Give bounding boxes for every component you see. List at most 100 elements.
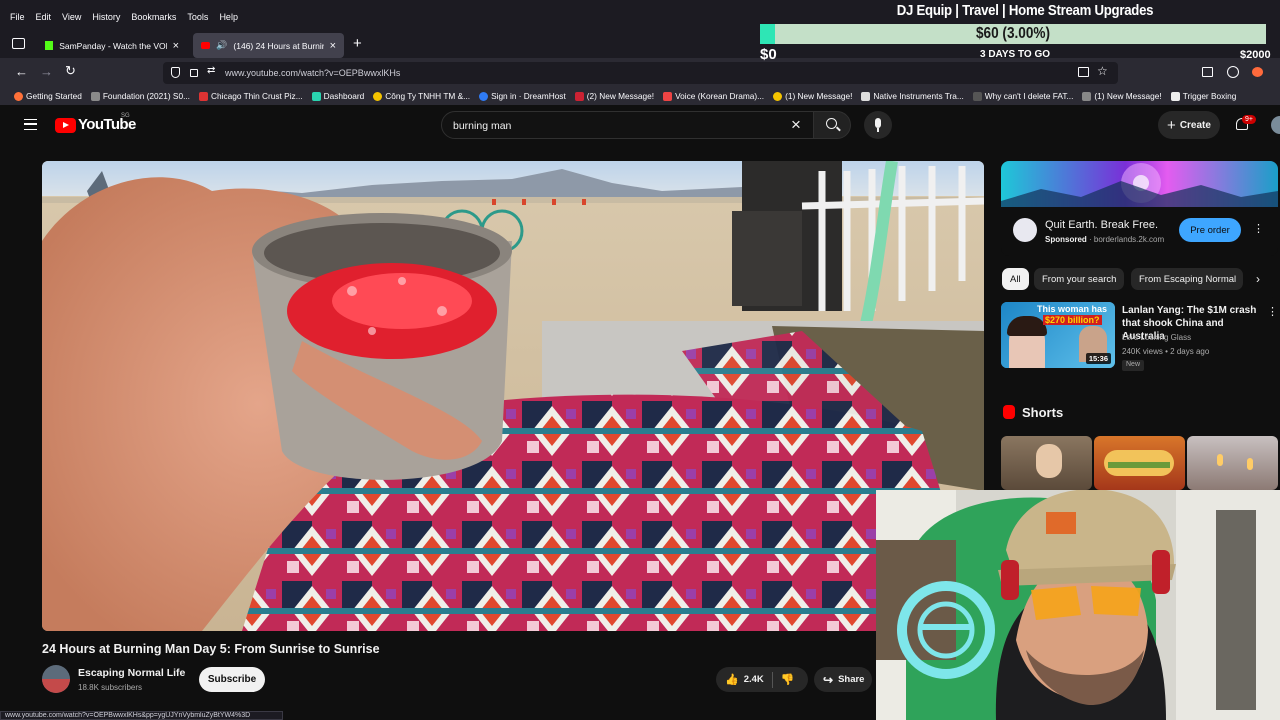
clear-search-icon[interactable]: × — [791, 115, 801, 135]
tab-title: (146) 24 Hours at Burning M — [233, 40, 323, 51]
new-tab-icon[interactable]: + — [353, 35, 362, 52]
bookmark-item[interactable]: Sign in · DreamHost — [479, 91, 566, 101]
shorts-icon — [1003, 405, 1015, 419]
more-options-icon[interactable]: ⋮ — [1267, 305, 1278, 318]
menu-view[interactable]: View — [62, 12, 81, 22]
bookmark-star-icon[interactable]: ☆ — [1097, 64, 1108, 78]
channel-avatar[interactable] — [42, 665, 70, 693]
menu-help[interactable]: Help — [219, 12, 238, 22]
microphone-icon — [875, 118, 881, 128]
bookmark-item[interactable]: Trigger Boxing — [1170, 91, 1236, 101]
voice-search-button[interactable] — [864, 111, 892, 139]
thumbs-down-icon: 👎 — [780, 674, 795, 686]
chip-from-your-search[interactable]: From your search — [1034, 268, 1125, 290]
close-icon[interactable]: × — [330, 40, 336, 52]
menu-tools[interactable]: Tools — [187, 12, 208, 22]
subscriber-count: 18.8K subscribers — [78, 683, 143, 692]
goal-target: $2000 — [1240, 49, 1271, 61]
recommendation-thumbnail[interactable]: This woman has $270 billion? 15:36 — [1001, 302, 1115, 368]
video-title: 24 Hours at Burning Man Day 5: From Sunr… — [42, 642, 380, 656]
thumbnail-text: This woman has — [1037, 304, 1108, 314]
sponsored-label: Sponsored — [1045, 235, 1087, 244]
lock-icon[interactable] — [190, 69, 198, 77]
menu-file[interactable]: File — [10, 12, 25, 22]
permissions-icon[interactable]: ⇄ — [207, 65, 215, 76]
forward-icon[interactable]: → — [40, 64, 53, 79]
share-icon: ↪ — [823, 672, 834, 687]
goal-start: $0 — [760, 46, 777, 63]
ad-banner-image — [1001, 161, 1278, 207]
kick-favicon-icon — [45, 41, 54, 50]
search-button[interactable] — [813, 111, 851, 139]
short-thumbnail[interactable] — [1094, 436, 1185, 490]
short-thumbnail[interactable] — [1187, 436, 1278, 490]
video-player[interactable] — [42, 161, 984, 631]
menu-history[interactable]: History — [92, 12, 120, 22]
shield-icon[interactable] — [171, 67, 180, 78]
bookmark-item[interactable]: Dashboard — [311, 91, 364, 101]
url-bar[interactable]: ⇄ www.youtube.com/watch?v=OEPBwwxlKHs ☆ — [163, 62, 1118, 84]
picture-in-picture-icon[interactable] — [1078, 67, 1089, 77]
thumbs-up-icon: 👍 — [725, 674, 739, 686]
search-input[interactable]: burning man — [453, 120, 511, 132]
close-icon[interactable]: × — [173, 40, 179, 52]
sidebar-toggle-icon[interactable] — [1202, 67, 1213, 77]
bookmark-item[interactable]: (2) New Message! — [574, 91, 654, 101]
bookmark-item[interactable]: (1) New Message! — [773, 91, 852, 101]
like-count: 2.4K — [743, 674, 764, 685]
bookmarks-bar: Getting Started Foundation (2021) S0... … — [0, 87, 1280, 105]
tab-list-icon[interactable] — [12, 38, 25, 49]
hamburger-menu-icon[interactable] — [24, 119, 37, 130]
more-options-icon[interactable]: ⋮ — [1253, 222, 1264, 235]
search-box[interactable]: burning man × — [441, 111, 816, 139]
video-frame — [42, 161, 984, 631]
chip-from-channel[interactable]: From Escaping Normal — [1131, 268, 1243, 290]
subscribe-button[interactable]: Subscribe — [199, 667, 265, 692]
link-status-bar: www.youtube.com/watch?v=OEPBwwxlKHs&pp=y… — [0, 711, 283, 720]
tab-title: SamPanday - Watch the VOD o — [59, 40, 166, 51]
shorts-heading: Shorts — [1022, 405, 1064, 420]
bookmark-item[interactable]: (1) New Message! — [1082, 91, 1162, 101]
speaker-icon[interactable]: 🔊 — [216, 40, 227, 51]
account-icon[interactable] — [1227, 66, 1239, 78]
bookmark-item[interactable]: Chicago Thin Crust Piz... — [199, 91, 303, 101]
create-button[interactable]: + Create — [1158, 111, 1220, 139]
bookmark-item[interactable]: Why can't I delete FAT... — [972, 91, 1073, 101]
tab-twitch-vod[interactable]: SamPanday - Watch the VOD o × — [37, 33, 187, 58]
extension-icon[interactable] — [1252, 67, 1263, 77]
ad-domain: borderlands.2k.com — [1093, 235, 1165, 244]
notification-badge: 9+ — [1242, 115, 1256, 124]
bookmark-item[interactable]: Foundation (2021) S0... — [90, 91, 190, 101]
like-button[interactable]: 👍 2.4K — [716, 673, 764, 686]
bookmark-item[interactable]: Getting Started — [14, 91, 82, 101]
dislike-button[interactable]: 👎 — [773, 673, 795, 686]
donation-goal-text: $60 (3.00%) — [975, 25, 1051, 42]
ad-sponsor-line: Sponsored · borderlands.2k.com — [1045, 235, 1165, 244]
youtube-logo-icon[interactable] — [55, 118, 76, 133]
region-code: SG — [121, 113, 130, 119]
menu-bookmarks[interactable]: Bookmarks — [131, 12, 176, 22]
url-text: www.youtube.com/watch?v=OEPBwwxlKHs — [225, 68, 401, 78]
bookmark-item[interactable]: Công Ty TNHH TM &... — [373, 91, 470, 101]
sponsored-ad-card[interactable]: Quit Earth. Break Free. Sponsored · bord… — [1001, 161, 1278, 256]
pre-order-button[interactable]: Pre order — [1179, 218, 1241, 242]
menu-edit[interactable]: Edit — [36, 12, 52, 22]
bookmark-item[interactable]: Native Instruments Tra... — [861, 91, 964, 101]
donation-goal-fill — [760, 24, 776, 44]
new-badge: New — [1122, 360, 1145, 371]
chevron-right-icon[interactable]: › — [1256, 272, 1260, 286]
share-label: Share — [838, 674, 865, 685]
chip-all[interactable]: All — [1002, 268, 1029, 290]
share-button[interactable]: ↪ Share — [814, 667, 872, 692]
tab-youtube[interactable]: 🔊 (146) 24 Hours at Burning M × — [193, 33, 344, 58]
back-icon[interactable]: ← — [15, 64, 28, 79]
webcam-frame — [876, 490, 1280, 720]
bookmark-item[interactable]: Voice (Korean Drama)... — [663, 91, 764, 101]
recommendation-channel[interactable]: Lei's Looking Glass — [1122, 333, 1191, 342]
ad-title: Quit Earth. Break Free. — [1045, 219, 1159, 231]
channel-name[interactable]: Escaping Normal Life — [78, 667, 185, 679]
reload-icon[interactable]: ↻ — [65, 63, 76, 79]
donation-goal-bar: $60 (3.00%) — [760, 24, 1266, 44]
short-thumbnail[interactable] — [1001, 436, 1092, 490]
plus-icon: + — [1167, 116, 1176, 134]
